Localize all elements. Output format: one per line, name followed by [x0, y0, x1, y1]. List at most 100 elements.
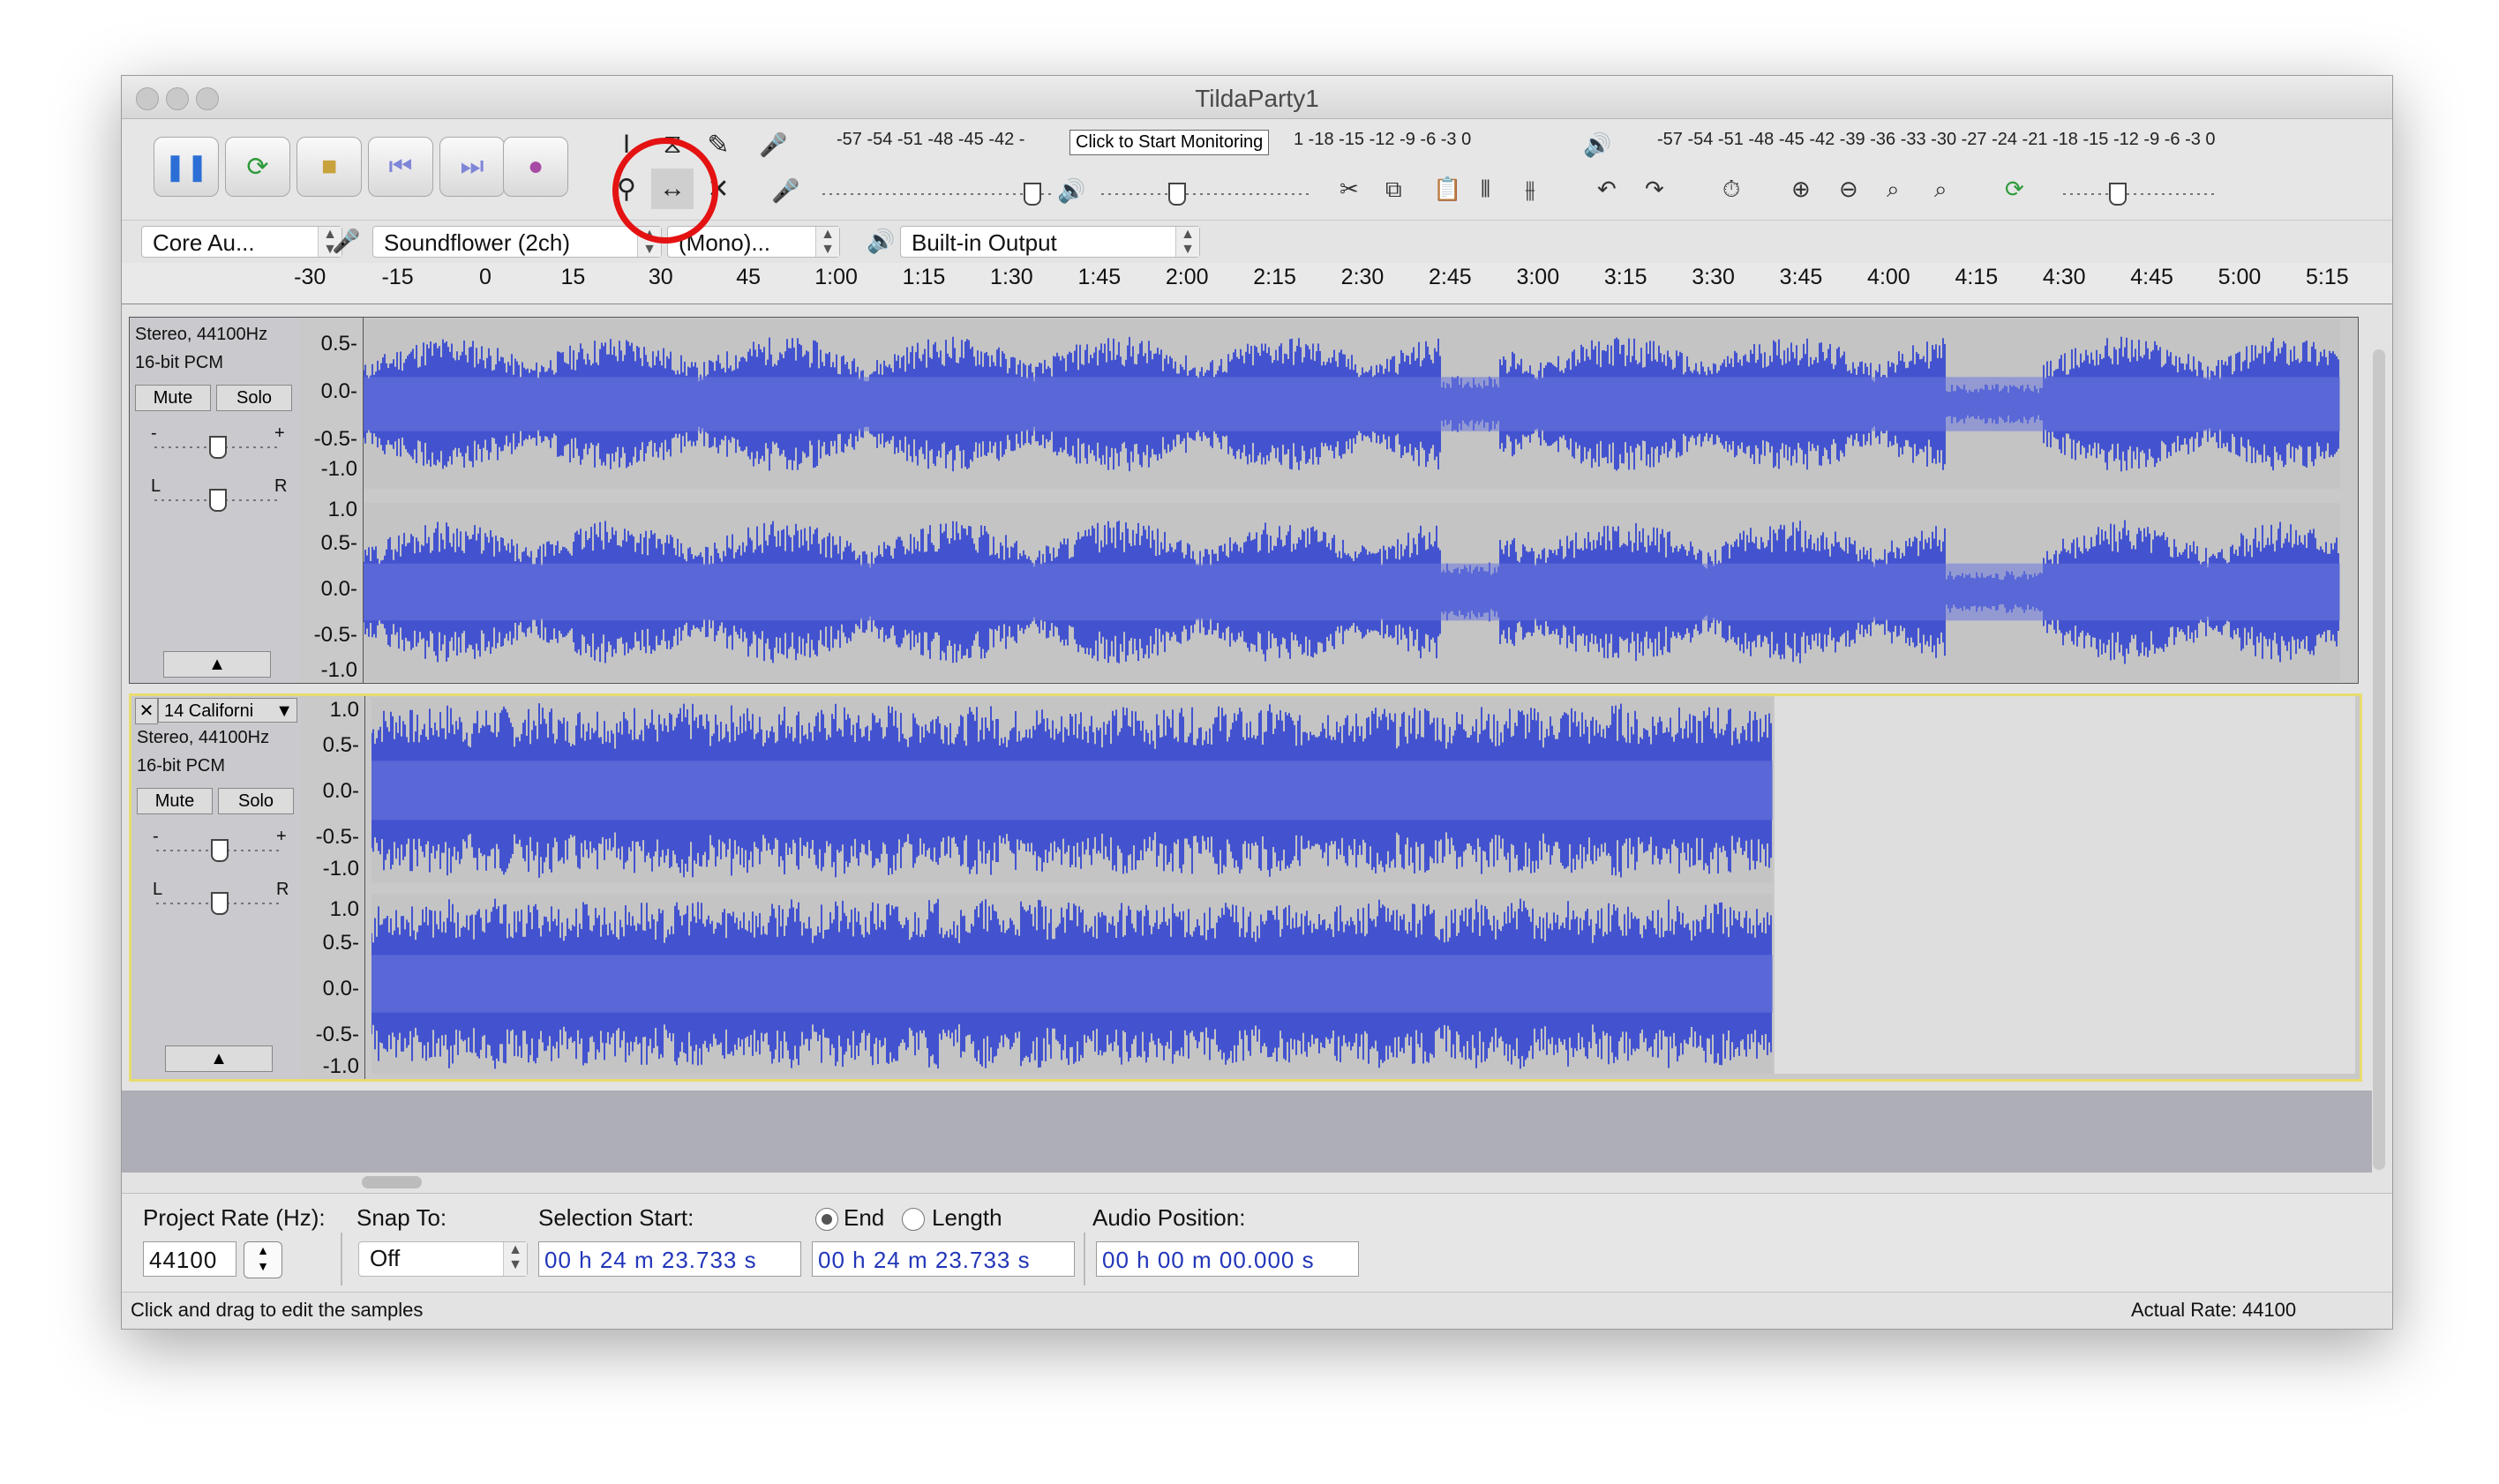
ruler-tick-label: 3:00: [1516, 265, 1560, 289]
ruler-tick-label: 30: [648, 265, 673, 289]
ruler-tick-label: 3:15: [1603, 265, 1647, 289]
collapse-track-button[interactable]: ▲: [163, 651, 271, 678]
pan-thumb[interactable]: [211, 892, 229, 915]
undo-icon[interactable]: ↶: [1597, 176, 1617, 203]
window-title: TildaParty1: [1195, 85, 1319, 112]
redo-icon[interactable]: ↷: [1645, 176, 1664, 203]
playback-meter-speaker-icon[interactable]: 🔊: [1583, 131, 1611, 159]
copy-icon[interactable]: ⧉: [1385, 176, 1402, 204]
paste-icon[interactable]: 📋: [1433, 176, 1461, 203]
trim-icon[interactable]: ⫴: [1481, 176, 1490, 204]
record-meter-mic-icon[interactable]: 🎤: [759, 131, 787, 159]
input-volume-slider[interactable]: [822, 193, 1052, 195]
ruler-tick-label: 4:00: [1867, 265, 1910, 289]
scale-label: 0.0-: [320, 379, 357, 403]
mute-button[interactable]: Mute: [137, 788, 213, 814]
silence-icon[interactable]: ⫵: [1525, 176, 1535, 204]
record-meter-scale-tail: 1 -18 -15 -12 -9 -6 -3 0: [1294, 130, 1472, 149]
audio-track-1[interactable]: Stereo, 44100Hz 16-bit PCM Mute Solo - +…: [129, 317, 2359, 684]
triangle-up-icon: ▲: [208, 655, 226, 674]
waveform-channel-left[interactable]: [364, 319, 2340, 489]
ruler-tick-label: 2:00: [1165, 265, 1209, 289]
output-device-speaker-icon: 🔊: [867, 228, 896, 254]
selection-start-field[interactable]: 00 h 24 m 23.733 s: [538, 1241, 801, 1277]
project-rate-field[interactable]: 44100: [143, 1241, 236, 1277]
skip-to-start-icon: ⏮: [388, 152, 413, 181]
waveform-channel-right[interactable]: [371, 894, 1773, 1074]
selection-end-field[interactable]: 00 h 24 m 23.733 s: [812, 1241, 1075, 1277]
stop-button[interactable]: ■: [296, 137, 362, 197]
fit-project-icon[interactable]: ⌕: [1934, 176, 1947, 204]
track-close-button[interactable]: ✕: [135, 698, 158, 724]
chevron-updown-icon: ▲ ▼: [815, 227, 839, 257]
play-speed-thumb[interactable]: [2109, 183, 2127, 206]
ruler-tick-label: 2:30: [1340, 265, 1385, 289]
collapse-track-button[interactable]: ▲: [165, 1046, 273, 1072]
ruler-tick-label: 4:30: [2042, 265, 2086, 289]
input-volume-thumb[interactable]: [1024, 183, 1041, 206]
track-bit-depth-label: 16-bit PCM: [137, 756, 226, 776]
output-volume-slider[interactable]: [1101, 193, 1313, 195]
mute-button[interactable]: Mute: [135, 385, 211, 411]
output-volume-thumb[interactable]: [1168, 183, 1186, 206]
empty-track-area[interactable]: [1775, 696, 2355, 1074]
vertical-scrollbar[interactable]: [2373, 349, 2385, 1170]
scale-label: -1.0: [322, 1054, 359, 1078]
gain-thumb[interactable]: [211, 839, 229, 862]
skip-to-start-button[interactable]: ⏮: [368, 137, 433, 197]
ruler-tick-label: 3:45: [1779, 265, 1823, 289]
playback-meter-scale: -57 -54 -51 -48 -45 -42 -39 -36 -33 -30 …: [1657, 130, 2216, 149]
waveform-channel-right[interactable]: [364, 503, 2340, 681]
snap-to-select[interactable]: Off ▲ ▼: [358, 1241, 528, 1277]
ruler-tick-label: -30: [294, 265, 326, 289]
play-button[interactable]: ⟳: [225, 137, 290, 197]
output-device-select[interactable]: Built-in Output ▲ ▼: [900, 226, 1200, 258]
scale-label: -0.5-: [313, 427, 357, 451]
scale-label: 1.0: [327, 498, 357, 521]
skip-to-end-button[interactable]: ⏭: [439, 137, 505, 197]
play-at-speed-icon[interactable]: ⟳: [2005, 176, 2024, 203]
cut-icon[interactable]: ✂: [1340, 176, 1359, 203]
end-radio-label: End: [844, 1204, 885, 1231]
fit-selection-icon[interactable]: ⌕: [1887, 176, 1900, 204]
length-radio[interactable]: [902, 1208, 925, 1231]
solo-button[interactable]: Solo: [216, 385, 292, 411]
gain-minus-label: -: [153, 827, 159, 846]
audio-track-2[interactable]: ✕ 14 Californi ▼ Stereo, 44100Hz 16-bit …: [129, 693, 2362, 1082]
output-volume-speaker-icon: 🔊: [1057, 177, 1086, 204]
ruler-tick-label: 4:15: [1955, 265, 1999, 289]
project-background[interactable]: [122, 1091, 2372, 1173]
record-meter-scale: -57 -54 -51 -48 -45 -42 -: [837, 130, 1025, 149]
divider: [1084, 1233, 1085, 1285]
input-device-select[interactable]: Soundflower (2ch) ▲ ▼: [372, 226, 662, 258]
audio-position-field[interactable]: 00 h 00 m 00.000 s: [1096, 1241, 1359, 1277]
gain-plus-label: +: [276, 827, 287, 846]
zoom-out-icon[interactable]: ⊖: [1839, 176, 1858, 203]
ruler-tick-label: 5:00: [2218, 265, 2262, 289]
end-radio[interactable]: [815, 1208, 838, 1231]
scale-label: -0.5-: [315, 1023, 359, 1046]
ruler-tick-label: -15: [381, 265, 414, 289]
record-button[interactable]: ●: [503, 137, 568, 197]
timeline-ruler[interactable]: -30 -15 0 15 30 45 1:00 1:15 1:30 1:45 2:00 2:15 2:3…: [122, 263, 2392, 304]
track-name-menu[interactable]: 14 Californi ▼: [158, 698, 297, 723]
project-rate-stepper[interactable]: ▲ ▼: [244, 1241, 282, 1278]
divider: [341, 1233, 342, 1285]
sync-lock-icon[interactable]: ⏱: [1722, 176, 1740, 204]
scale-label: 1.0: [329, 897, 359, 921]
zoom-in-icon[interactable]: ⊕: [1791, 176, 1811, 203]
waveform-channel-left[interactable]: [371, 698, 1773, 883]
status-message: Click and drag to edit the samples: [131, 1299, 424, 1321]
monitor-button[interactable]: Click to Start Monitoring: [1069, 130, 1270, 155]
gain-thumb[interactable]: [209, 436, 227, 459]
input-device-mic-icon: 🎤: [332, 228, 361, 254]
play-speed-slider[interactable]: [2063, 193, 2218, 195]
pan-thumb[interactable]: [209, 489, 227, 512]
pause-button[interactable]: ❚❚: [154, 137, 219, 197]
horizontal-scrollbar-thumb[interactable]: [362, 1176, 422, 1188]
ruler-tick-label: 2:15: [1253, 265, 1296, 289]
pan-right-label: R: [274, 476, 288, 496]
track-format-label: Stereo, 44100Hz: [137, 728, 270, 747]
audio-host-select[interactable]: Core Au... ▲ ▼: [141, 226, 342, 258]
solo-button[interactable]: Solo: [218, 788, 294, 814]
